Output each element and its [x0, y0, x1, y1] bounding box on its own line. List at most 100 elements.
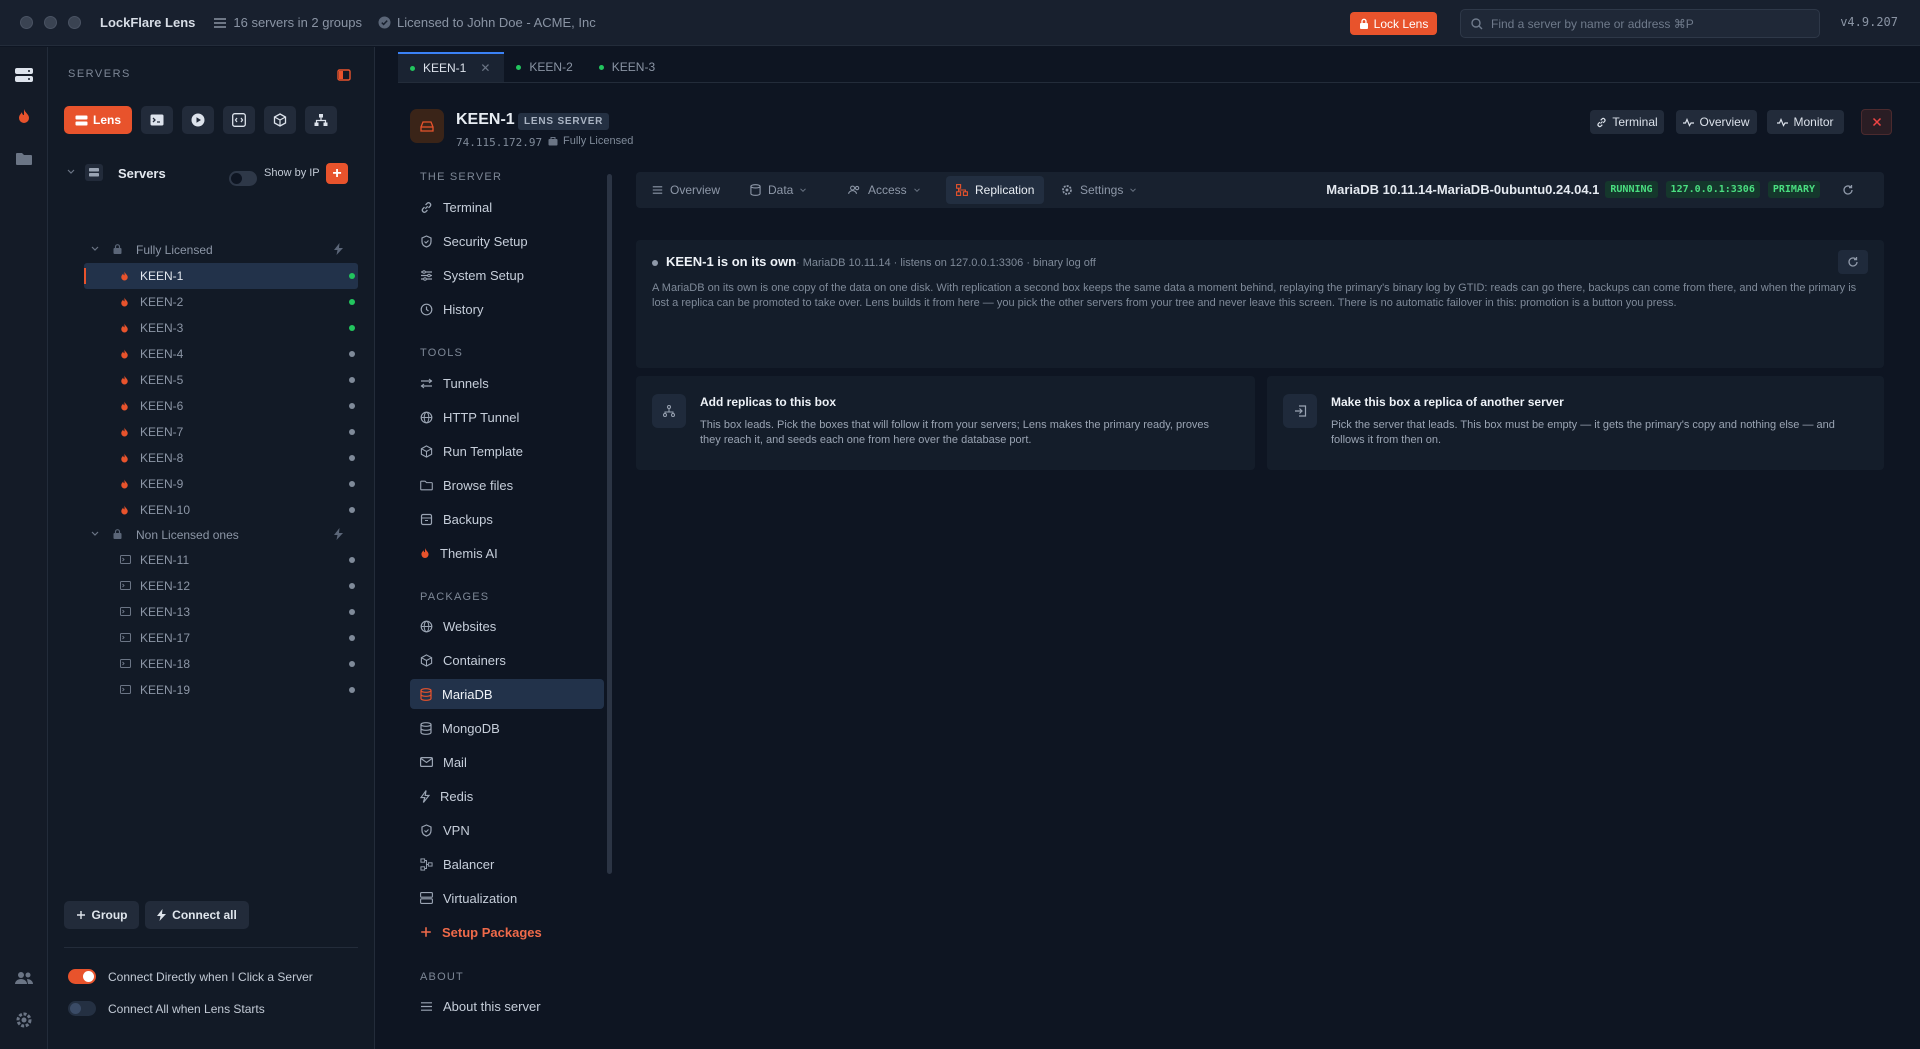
- nav-about-server[interactable]: About this server: [410, 991, 604, 1021]
- connect-directly-toggle[interactable]: [68, 969, 96, 984]
- connect-all-start-toggle[interactable]: [68, 1001, 96, 1016]
- nav-label: Run Template: [443, 443, 523, 459]
- pulse-icon: [1777, 117, 1789, 127]
- tab-keen-1[interactable]: KEEN-1 ✕: [398, 52, 505, 82]
- server-row-keen-5[interactable]: KEEN-5: [48, 367, 375, 392]
- server-row-keen-11[interactable]: KEEN-11: [48, 547, 375, 572]
- nav-security-setup[interactable]: Security Setup: [410, 226, 604, 256]
- server-row-keen-10[interactable]: KEEN-10: [48, 497, 375, 522]
- nav-label: History: [443, 301, 484, 317]
- server-row-keen-2[interactable]: KEEN-2: [48, 289, 375, 314]
- header-monitor-button[interactable]: Monitor: [1767, 110, 1844, 134]
- add-replicas-icon-box: [652, 394, 686, 428]
- server-row-keen-1[interactable]: KEEN-1: [48, 263, 375, 288]
- server-row-keen-3[interactable]: KEEN-3: [48, 315, 375, 340]
- briefcase-icon: [548, 136, 558, 145]
- subtab-data[interactable]: Data: [740, 176, 824, 204]
- code-tool-button[interactable]: [223, 106, 255, 134]
- close-tab-icon[interactable]: ✕: [480, 61, 490, 75]
- nav-virtualization[interactable]: Virtualization: [410, 883, 604, 913]
- terminal-tool-button[interactable]: [141, 106, 173, 134]
- search-icon: [1471, 17, 1483, 29]
- servers-rail-icon[interactable]: [13, 64, 35, 86]
- nav-mariadb[interactable]: MariaDB: [410, 679, 604, 709]
- connect-all-button[interactable]: Connect all: [145, 901, 249, 929]
- nav-http-tunnel[interactable]: HTTP Tunnel: [410, 402, 604, 432]
- make-replica-title: Make this box a replica of another serve…: [1331, 395, 1564, 409]
- settings-rail-icon[interactable]: [13, 1009, 35, 1031]
- nav-mongodb[interactable]: MongoDB: [410, 713, 604, 743]
- server-row-keen-9[interactable]: KEEN-9: [48, 471, 375, 496]
- add-replicas-card[interactable]: Add replicas to this box This box leads.…: [636, 376, 1255, 470]
- group-row-non-licensed[interactable]: Non Licensed ones: [48, 522, 375, 547]
- nav-history[interactable]: History: [410, 294, 604, 324]
- network-icon: [314, 114, 328, 126]
- nav-browse-files[interactable]: Browse files: [410, 470, 604, 500]
- terminal-icon: [120, 607, 131, 616]
- refresh-icon[interactable]: [1842, 184, 1854, 196]
- nav-label: Security Setup: [443, 233, 528, 249]
- tab-keen-2[interactable]: KEEN-2: [504, 52, 586, 82]
- close-window-button[interactable]: [20, 16, 33, 29]
- tab-keen-3[interactable]: KEEN-3: [587, 52, 669, 82]
- network-tool-button[interactable]: [305, 106, 337, 134]
- group-row-fully-licensed[interactable]: Fully Licensed: [48, 237, 375, 262]
- lens-button[interactable]: Lens: [64, 106, 132, 134]
- nav-setup-packages[interactable]: Setup Packages: [410, 917, 604, 947]
- subtab-overview[interactable]: Overview: [642, 176, 730, 204]
- nav-websites[interactable]: Websites: [410, 611, 604, 641]
- server-search-input[interactable]: Find a server by name or address ⌘P: [1460, 9, 1820, 38]
- flame-icon: [121, 271, 128, 281]
- disconnect-server-button[interactable]: [1861, 109, 1892, 135]
- nav-mail[interactable]: Mail: [410, 747, 604, 777]
- subtab-settings[interactable]: Settings: [1051, 176, 1154, 204]
- server-row-keen-6[interactable]: KEEN-6: [48, 393, 375, 418]
- server-row-keen-13[interactable]: KEEN-13: [48, 599, 375, 624]
- server-row-keen-18[interactable]: KEEN-18: [48, 651, 375, 676]
- nav-themis-ai[interactable]: Themis AI: [410, 538, 604, 568]
- lock-lens-button[interactable]: Lock Lens: [1350, 12, 1437, 35]
- connect-group-icon[interactable]: [334, 243, 343, 255]
- lock-icon: [113, 244, 122, 254]
- nav-scrollbar[interactable]: [607, 174, 612, 874]
- standalone-refresh-button[interactable]: [1838, 250, 1868, 274]
- title-bar: LockFlare Lens 16 servers in 2 groups Li…: [0, 0, 1920, 46]
- run-tool-button[interactable]: [182, 106, 214, 134]
- subtab-replication[interactable]: Replication: [946, 176, 1045, 204]
- flame-rail-icon[interactable]: [13, 105, 35, 127]
- server-row-keen-19[interactable]: KEEN-19: [48, 677, 375, 702]
- nav-redis[interactable]: Redis: [410, 781, 604, 811]
- status-dot: [349, 687, 355, 693]
- package-tool-button[interactable]: [264, 106, 296, 134]
- server-row-keen-8[interactable]: KEEN-8: [48, 445, 375, 470]
- folder-rail-icon[interactable]: [13, 148, 35, 170]
- connect-directly-label: Connect Directly when I Click a Server: [108, 969, 313, 984]
- header-terminal-button[interactable]: Terminal: [1590, 110, 1664, 134]
- nav-containers[interactable]: Containers: [410, 645, 604, 675]
- nav-balancer[interactable]: Balancer: [410, 849, 604, 879]
- add-server-button[interactable]: +: [326, 163, 348, 184]
- server-row-keen-4[interactable]: KEEN-4: [48, 341, 375, 366]
- nav-system-setup[interactable]: System Setup: [410, 260, 604, 290]
- nav-run-template[interactable]: Run Template: [410, 436, 604, 466]
- nav-tunnels[interactable]: Tunnels: [410, 368, 604, 398]
- server-row-keen-7[interactable]: KEEN-7: [48, 419, 375, 444]
- add-group-button[interactable]: Group: [64, 901, 139, 929]
- server-row-keen-12[interactable]: KEEN-12: [48, 573, 375, 598]
- server-row-keen-17[interactable]: KEEN-17: [48, 625, 375, 650]
- make-replica-card[interactable]: Make this box a replica of another serve…: [1267, 376, 1884, 470]
- minimize-window-button[interactable]: [44, 16, 57, 29]
- sliders-icon: [421, 269, 432, 281]
- subtab-access[interactable]: Access: [838, 176, 938, 204]
- nav-backups[interactable]: Backups: [410, 504, 604, 534]
- show-by-ip-toggle[interactable]: [229, 171, 257, 186]
- connect-directly-option: Connect Directly when I Click a Server: [68, 969, 313, 984]
- maximize-window-button[interactable]: [68, 16, 81, 29]
- users-rail-icon[interactable]: [13, 967, 35, 989]
- nav-vpn[interactable]: VPN: [410, 815, 604, 845]
- connect-group-icon[interactable]: [334, 528, 343, 540]
- bolt-icon: [420, 789, 430, 803]
- header-overview-button[interactable]: Overview: [1676, 110, 1757, 134]
- nav-terminal[interactable]: Terminal: [410, 192, 604, 222]
- collapse-sidebar-icon[interactable]: [337, 69, 351, 81]
